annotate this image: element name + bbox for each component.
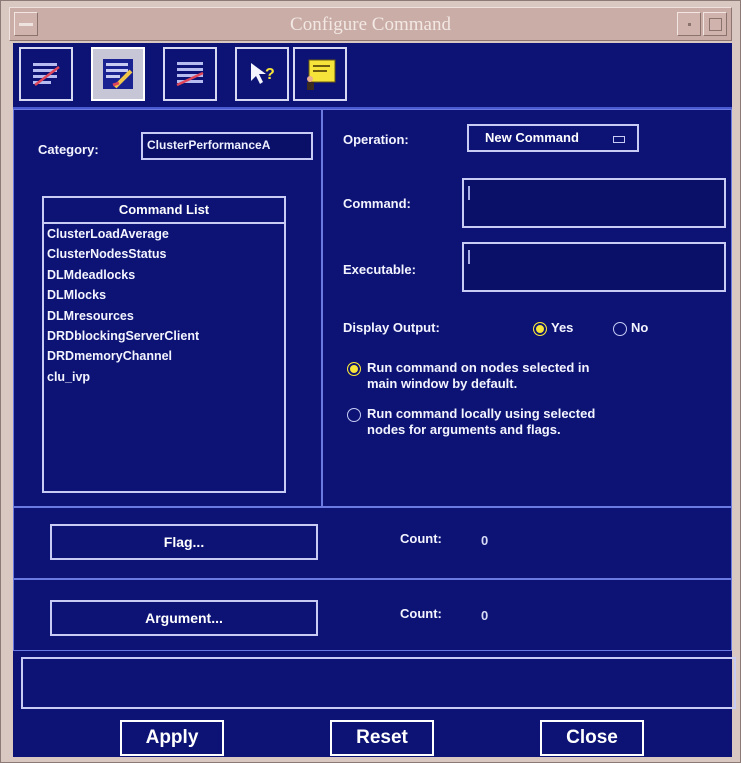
executable-field[interactable]: [462, 242, 726, 292]
right-panel: Operation: New Command Command: Executab…: [322, 109, 732, 507]
list-item[interactable]: clu_ivp: [44, 367, 284, 387]
list-item[interactable]: ClusterLoadAverage: [44, 224, 284, 244]
svg-text:?: ?: [265, 66, 275, 83]
run-on-nodes-line2: main window by default.: [367, 376, 518, 391]
executable-label: Executable:: [343, 262, 416, 277]
category-field[interactable]: ClusterPerformanceA: [141, 132, 313, 160]
argument-section: Argument... Count: 0: [13, 579, 732, 651]
toolbar-button-pointer-help[interactable]: ?: [235, 47, 289, 101]
status-message-area: [21, 657, 736, 709]
category-label: Category:: [38, 142, 99, 157]
list-item[interactable]: DRDblockingServerClient: [44, 326, 284, 346]
toolbar-button-presenter[interactable]: [293, 47, 347, 101]
toolbar-button-list-edit[interactable]: [19, 47, 73, 101]
flag-count-label: Count:: [400, 531, 442, 546]
minimize-icon[interactable]: [677, 12, 701, 36]
apply-button[interactable]: Apply: [120, 720, 224, 756]
option-menu-indicator-icon: [613, 136, 625, 143]
close-button[interactable]: Close: [540, 720, 644, 756]
argument-button[interactable]: Argument...: [50, 600, 318, 636]
operation-value: New Command: [485, 130, 579, 145]
configure-command-window: Configure Command ? Category: ClusterPer…: [0, 0, 741, 763]
argument-count-value: 0: [481, 608, 489, 623]
list-pencil-icon: [103, 59, 133, 89]
list-item[interactable]: DLMlocks: [44, 285, 284, 305]
operation-label: Operation:: [343, 132, 409, 147]
run-on-nodes-radio[interactable]: [347, 362, 361, 376]
left-panel: Category: ClusterPerformanceA Command Li…: [13, 109, 322, 507]
command-list[interactable]: Command List ClusterLoadAverage ClusterN…: [42, 196, 286, 493]
run-locally-radio[interactable]: [347, 408, 361, 422]
run-locally-line1: Run command locally using selected: [367, 406, 596, 421]
flag-button[interactable]: Flag...: [50, 524, 318, 560]
window-title: Configure Command: [290, 14, 451, 35]
pointer-help-icon: ?: [251, 63, 275, 84]
run-on-nodes-line1: Run command on nodes selected in: [367, 360, 590, 375]
run-locally-line2: nodes for arguments and flags.: [367, 422, 561, 437]
argument-count-label: Count:: [400, 606, 442, 621]
list-item[interactable]: DLMresources: [44, 306, 284, 326]
client-area: ? Category: ClusterPerformanceA Command …: [13, 43, 736, 757]
display-output-label: Display Output:: [343, 320, 440, 335]
list-item[interactable]: DRDmemoryChannel: [44, 346, 284, 366]
text-cursor-icon: [468, 250, 470, 264]
flag-section: Flag... Count: 0: [13, 507, 732, 579]
list-item[interactable]: DLMdeadlocks: [44, 265, 284, 285]
command-field[interactable]: [462, 178, 726, 228]
list-item[interactable]: ClusterNodesStatus: [44, 244, 284, 264]
toolbar-button-list-pencil[interactable]: [91, 47, 145, 101]
toolbar-button-list-check[interactable]: [163, 47, 217, 101]
display-output-yes-radio[interactable]: [533, 322, 547, 336]
title-bar[interactable]: Configure Command: [9, 7, 732, 41]
command-label: Command:: [343, 196, 411, 211]
display-output-no-radio[interactable]: [613, 322, 627, 336]
maximize-icon[interactable]: [703, 12, 727, 36]
text-cursor-icon: [468, 186, 470, 200]
command-list-header: Command List: [44, 198, 284, 224]
presenter-board-icon: [307, 59, 336, 90]
list-check-icon: [176, 62, 204, 87]
display-output-yes-label: Yes: [551, 320, 574, 335]
operation-option-menu[interactable]: New Command: [467, 124, 639, 152]
flag-count-value: 0: [481, 533, 489, 548]
toolbar: ?: [13, 43, 732, 109]
display-output-no-label: No: [631, 320, 649, 335]
list-edit-icon: [30, 58, 62, 90]
reset-button[interactable]: Reset: [330, 720, 434, 756]
